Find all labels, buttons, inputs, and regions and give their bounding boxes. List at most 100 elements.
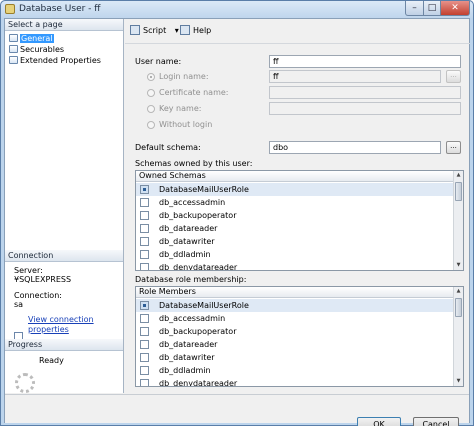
connection-value: sa (14, 300, 24, 309)
schema-name: db_ddladmin (159, 250, 211, 259)
schema-name: db_backupoperator (159, 211, 237, 220)
title-bar[interactable]: Database User - ff – □ ✕ (1, 1, 473, 18)
checkbox[interactable] (140, 366, 149, 375)
page-item-general[interactable]: General (9, 33, 54, 44)
key-name-label: Key name: (159, 104, 202, 113)
dialog-client-area: Select a page General Securables Extende… (4, 18, 470, 426)
default-schema-field[interactable]: dbo (269, 141, 441, 154)
schema-name: DatabaseMailUserRole (159, 185, 249, 194)
checkbox[interactable] (140, 198, 149, 207)
list-item[interactable]: DatabaseMailUserRole (136, 183, 454, 196)
checkbox[interactable] (140, 301, 149, 310)
key-name-radio[interactable] (147, 105, 155, 113)
list-item[interactable]: db_datawriter (136, 351, 454, 364)
list-item[interactable]: db_backupoperator (136, 325, 454, 338)
schema-name: db_denydatareader (159, 263, 238, 271)
list-item[interactable]: db_accessadmin (136, 312, 454, 325)
list-item[interactable]: DatabaseMailUserRole (136, 299, 454, 312)
role-name: db_backupoperator (159, 327, 237, 336)
list-item[interactable]: db_denydatareader (136, 377, 454, 387)
without-login-label: Without login (159, 120, 213, 129)
checkbox[interactable] (140, 379, 149, 386)
role-members-scrollbar[interactable]: ▲ ▼ (453, 287, 463, 386)
button-bar: OK Cancel (5, 394, 469, 426)
user-name-field[interactable]: ff (269, 55, 461, 68)
schemas-owned-label: Schemas owned by this user: (135, 159, 253, 168)
user-name-label: User name: (135, 57, 182, 66)
left-pane: Select a page General Securables Extende… (5, 19, 124, 393)
script-dropdown-icon[interactable]: ▾ (175, 26, 179, 35)
certificate-name-label: Certificate name: (159, 88, 229, 97)
list-item[interactable]: db_ddladmin (136, 248, 454, 261)
checkbox[interactable] (140, 185, 149, 194)
page-icon (9, 56, 18, 64)
minimize-button[interactable]: – (405, 1, 424, 16)
checkbox[interactable] (140, 237, 149, 246)
dialog-window: Database User - ff – □ ✕ Select a page G… (0, 0, 474, 426)
connection-header: Connection (5, 250, 123, 262)
page-item-label: General (20, 34, 54, 43)
checkbox[interactable] (140, 211, 149, 220)
checkbox[interactable] (140, 314, 149, 323)
list-item[interactable]: db_accessadmin (136, 196, 454, 209)
list-item[interactable]: db_backupoperator (136, 209, 454, 222)
checkbox[interactable] (140, 353, 149, 362)
role-membership-label: Database role membership: (135, 275, 247, 284)
page-item-label: Extended Properties (20, 56, 101, 65)
page-item-extended-properties[interactable]: Extended Properties (9, 55, 101, 66)
owned-schemas-grid: Owned Schemas DatabaseMailUserRole db_ac… (135, 170, 464, 271)
list-item[interactable]: db_ddladmin (136, 364, 454, 377)
list-item[interactable]: db_datareader (136, 222, 454, 235)
login-name-browse-button[interactable]: ... (446, 70, 461, 83)
toolbar: Script ▾ Help (125, 19, 470, 44)
key-name-field[interactable] (269, 102, 461, 115)
checkbox[interactable] (140, 250, 149, 259)
login-name-radio[interactable] (147, 73, 155, 81)
scroll-down-icon[interactable]: ▼ (455, 262, 462, 269)
server-value: ¥SQLEXPRESS (14, 275, 72, 284)
page-item-securables[interactable]: Securables (9, 44, 64, 55)
script-button[interactable]: Script ▾ (130, 25, 179, 37)
list-item[interactable]: db_datawriter (136, 235, 454, 248)
role-name: db_ddladmin (159, 366, 211, 375)
help-button[interactable]: Help (180, 25, 211, 37)
page-icon (9, 45, 18, 53)
role-members-grid: Role Members DatabaseMailUserRole db_acc… (135, 286, 464, 387)
checkbox[interactable] (140, 263, 149, 270)
list-item[interactable]: db_datareader (136, 338, 454, 351)
scroll-up-icon[interactable]: ▲ (455, 172, 462, 179)
default-schema-browse-button[interactable]: ... (446, 141, 461, 154)
progress-status: Ready (39, 356, 64, 365)
default-schema-label: Default schema: (135, 143, 201, 152)
list-item[interactable]: db_denydatareader (136, 261, 454, 271)
certificate-name-radio[interactable] (147, 89, 155, 97)
progress-header: Progress (5, 339, 123, 351)
script-icon (130, 25, 140, 35)
scrollbar-thumb[interactable] (455, 182, 462, 201)
schema-name: db_accessadmin (159, 198, 226, 207)
cancel-button[interactable]: Cancel (413, 417, 459, 426)
role-name: db_denydatareader (159, 379, 238, 387)
certificate-name-field[interactable] (269, 86, 461, 99)
scrollbar-thumb[interactable] (455, 298, 462, 317)
checkbox[interactable] (140, 340, 149, 349)
role-name: db_datareader (159, 340, 218, 349)
help-icon (180, 25, 190, 35)
close-button[interactable]: ✕ (440, 1, 470, 16)
scroll-down-icon[interactable]: ▼ (455, 378, 462, 385)
ok-button[interactable]: OK (357, 417, 401, 426)
maximize-button[interactable]: □ (423, 1, 441, 16)
login-name-field[interactable]: ff (269, 70, 441, 83)
window-title: Database User - ff (19, 4, 101, 14)
checkbox[interactable] (140, 224, 149, 233)
schema-name: db_datawriter (159, 237, 215, 246)
page-item-label: Securables (20, 45, 65, 54)
checkbox[interactable] (140, 327, 149, 336)
owned-schemas-scrollbar[interactable]: ▲ ▼ (453, 171, 463, 270)
role-members-header: Role Members (136, 287, 454, 298)
script-label: Script (143, 26, 167, 35)
view-connection-properties-link[interactable]: View connection properties (28, 315, 123, 335)
role-name: db_accessadmin (159, 314, 226, 323)
without-login-radio[interactable] (147, 121, 155, 129)
scroll-up-icon[interactable]: ▲ (455, 288, 462, 295)
